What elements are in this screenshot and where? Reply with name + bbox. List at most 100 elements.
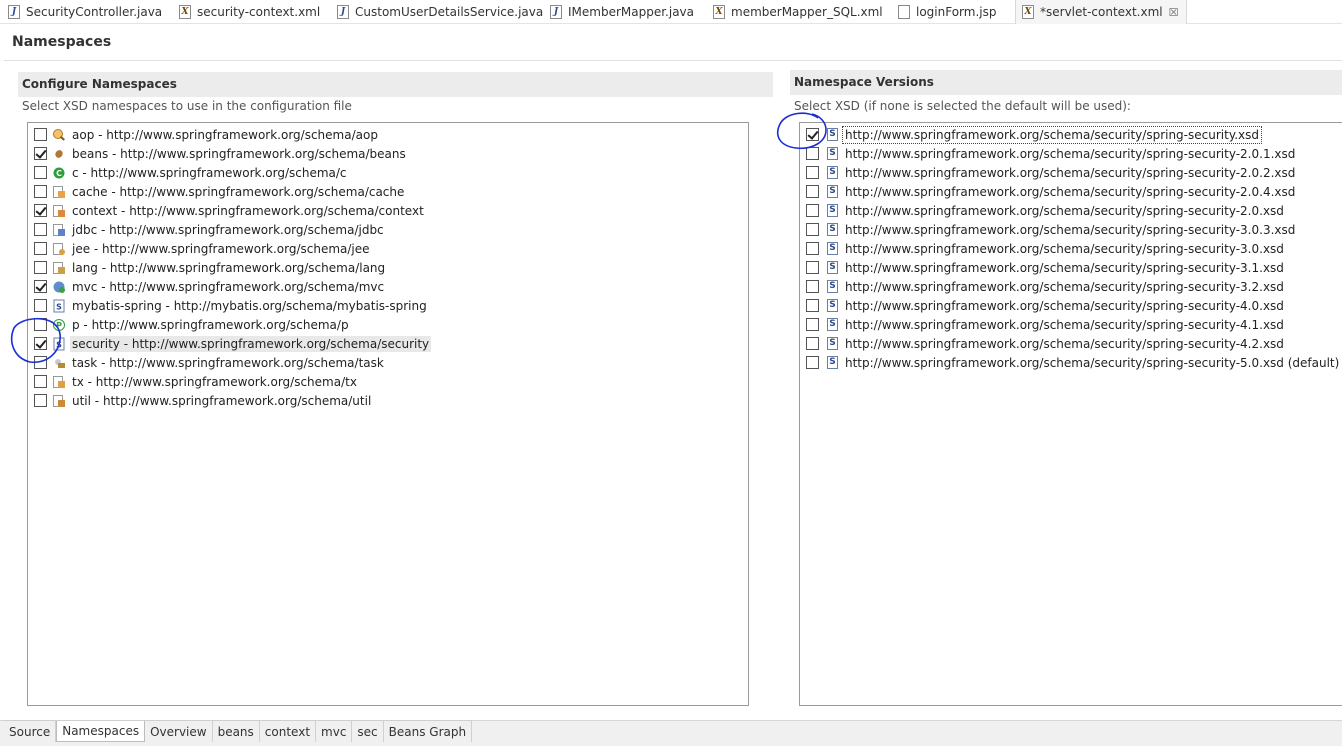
tab-beans[interactable]: beans [213,721,260,742]
namespace-checkbox[interactable] [34,318,47,331]
xsd-version-label: http://www.springframework.org/schema/se… [845,260,1284,275]
xsd-version-checkbox[interactable] [806,318,819,331]
namespace-row[interactable]: Smybatis-spring - http://mybatis.org/sch… [34,296,429,315]
jdbc-icon [52,223,66,237]
editor-tab-security-controller[interactable]: J SecurityController.java [8,0,162,24]
namespace-row[interactable]: jdbc - http://www.springframework.org/sc… [34,220,386,239]
tab-namespaces[interactable]: Namespaces [56,721,146,742]
mvc-icon [52,280,66,294]
editor-tab-login-form[interactable]: loginForm.jsp [898,0,996,24]
xsd-version-checkbox[interactable] [806,280,819,293]
namespace-checkbox[interactable] [34,185,47,198]
namespace-versions-header: Namespace Versions [790,70,1342,95]
xsd-version-row[interactable]: Shttp://www.springframework.org/schema/s… [806,277,1286,296]
xsd-version-checkbox[interactable] [806,242,819,255]
xsd-version-row[interactable]: Shttp://www.springframework.org/schema/s… [806,163,1297,182]
namespace-label: util - http://www.springframework.org/sc… [72,393,372,408]
editor-tab-label: SecurityController.java [26,5,163,19]
xsd-version-row[interactable]: Shttp://www.springframework.org/schema/s… [806,220,1297,239]
tab-context[interactable]: context [260,721,317,742]
xsd-version-row[interactable]: Shttp://www.springframework.org/schema/s… [806,144,1297,163]
java-file-icon: J [8,5,20,19]
namespace-row[interactable]: task - http://www.springframework.org/sc… [34,353,386,372]
xsd-version-row[interactable]: Shttp://www.springframework.org/schema/s… [806,315,1286,334]
xsd-version-checkbox[interactable] [806,204,819,217]
xsd-version-row[interactable]: Shttp://www.springframework.org/schema/s… [806,258,1286,277]
xsd-version-checkbox[interactable] [806,128,819,141]
namespace-row[interactable]: mvc - http://www.springframework.org/sch… [34,277,386,296]
namespace-checkbox[interactable] [34,147,47,160]
namespace-checkbox[interactable] [34,204,47,217]
xsd-version-checkbox[interactable] [806,223,819,236]
xsd-version-row[interactable]: Shttp://www.springframework.org/schema/s… [806,125,1262,144]
editor-tab-label: CustomUserDetailsService.java [355,5,544,19]
tab-beans-graph[interactable]: Beans Graph [384,721,473,742]
xsd-version-row[interactable]: Shttp://www.springframework.org/schema/s… [806,334,1286,353]
namespace-checkbox[interactable] [34,280,47,293]
tab-sec[interactable]: sec [352,721,384,742]
editor-tab-label: loginForm.jsp [916,5,997,19]
namespace-checkbox[interactable] [34,128,47,141]
namespace-label: security - http://www.springframework.or… [70,335,432,352]
xsd-version-row[interactable]: Shttp://www.springframework.org/schema/s… [806,296,1286,315]
namespace-label: lang - http://www.springframework.org/sc… [72,260,386,275]
namespace-row[interactable]: lang - http://www.springframework.org/sc… [34,258,387,277]
namespace-label: c - http://www.springframework.org/schem… [72,165,347,180]
namespace-list[interactable]: aop - http://www.springframework.org/sch… [27,122,749,706]
xsd-version-label: http://www.springframework.org/schema/se… [845,241,1284,256]
xsd-version-checkbox[interactable] [806,261,819,274]
editor-tab-custom-user-details-service[interactable]: J CustomUserDetailsService.java [337,0,543,24]
page-title: Namespaces [12,34,112,50]
namespace-checkbox[interactable] [34,356,47,369]
namespace-checkbox[interactable] [34,223,47,236]
java-file-icon: J [550,5,562,19]
namespace-checkbox[interactable] [34,299,47,312]
namespace-row[interactable]: Cc - http://www.springframework.org/sche… [34,163,349,182]
xsd-version-label: http://www.springframework.org/schema/se… [845,298,1284,313]
editor-tab-servlet-context[interactable]: X *servlet-context.xml ☒ [1015,0,1188,24]
tab-overview[interactable]: Overview [145,721,213,742]
svg-text:S: S [56,340,62,349]
namespace-row[interactable]: Pp - http://www.springframework.org/sche… [34,315,351,334]
xsd-version-label: http://www.springframework.org/schema/se… [845,203,1284,218]
namespace-row[interactable]: tx - http://www.springframework.org/sche… [34,372,359,391]
xsd-version-row[interactable]: Shttp://www.springframework.org/schema/s… [806,182,1297,201]
editor-tab-member-mapper-sql[interactable]: X memberMapper_SQL.xml [713,0,883,24]
jee-icon [52,242,66,256]
xsd-version-checkbox[interactable] [806,356,819,369]
namespace-checkbox[interactable] [34,394,47,407]
xsd-version-checkbox[interactable] [806,337,819,350]
xsd-version-row[interactable]: Shttp://www.springframework.org/schema/s… [806,201,1286,220]
namespace-row[interactable]: context - http://www.springframework.org… [34,201,426,220]
xsd-file-icon: S [827,185,838,198]
xsd-version-checkbox[interactable] [806,185,819,198]
namespace-label: tx - http://www.springframework.org/sche… [72,374,357,389]
jsp-file-icon [898,5,910,19]
xsd-version-checkbox[interactable] [806,166,819,179]
close-icon[interactable]: ☒ [1169,6,1179,19]
namespace-row[interactable]: beans - http://www.springframework.org/s… [34,144,408,163]
xsd-file-icon: S [827,318,838,331]
tab-mvc[interactable]: mvc [316,721,353,742]
tab-source[interactable]: Source [4,721,57,742]
namespace-version-list[interactable]: Shttp://www.springframework.org/schema/s… [799,122,1342,706]
namespace-checkbox[interactable] [34,337,47,350]
editor-tab-imember-mapper[interactable]: J IMemberMapper.java [550,0,694,24]
namespace-row[interactable]: util - http://www.springframework.org/sc… [34,391,373,410]
namespace-row[interactable]: cache - http://www.springframework.org/s… [34,182,406,201]
namespace-row[interactable]: Ssecurity - http://www.springframework.o… [34,334,432,353]
namespace-row[interactable]: aop - http://www.springframework.org/sch… [34,125,380,144]
editor-tab-label: *servlet-context.xml [1040,5,1163,19]
xsd-version-checkbox[interactable] [806,147,819,160]
xsd-version-checkbox[interactable] [806,299,819,312]
namespace-row[interactable]: jee - http://www.springframework.org/sch… [34,239,372,258]
xsd-version-label: http://www.springframework.org/schema/se… [845,355,1340,370]
namespace-checkbox[interactable] [34,375,47,388]
xsd-version-row[interactable]: Shttp://www.springframework.org/schema/s… [806,353,1341,372]
namespace-label: aop - http://www.springframework.org/sch… [72,127,378,142]
namespace-checkbox[interactable] [34,242,47,255]
namespace-checkbox[interactable] [34,261,47,274]
xsd-version-row[interactable]: Shttp://www.springframework.org/schema/s… [806,239,1286,258]
namespace-checkbox[interactable] [34,166,47,179]
editor-tab-security-context[interactable]: X security-context.xml [179,0,320,24]
